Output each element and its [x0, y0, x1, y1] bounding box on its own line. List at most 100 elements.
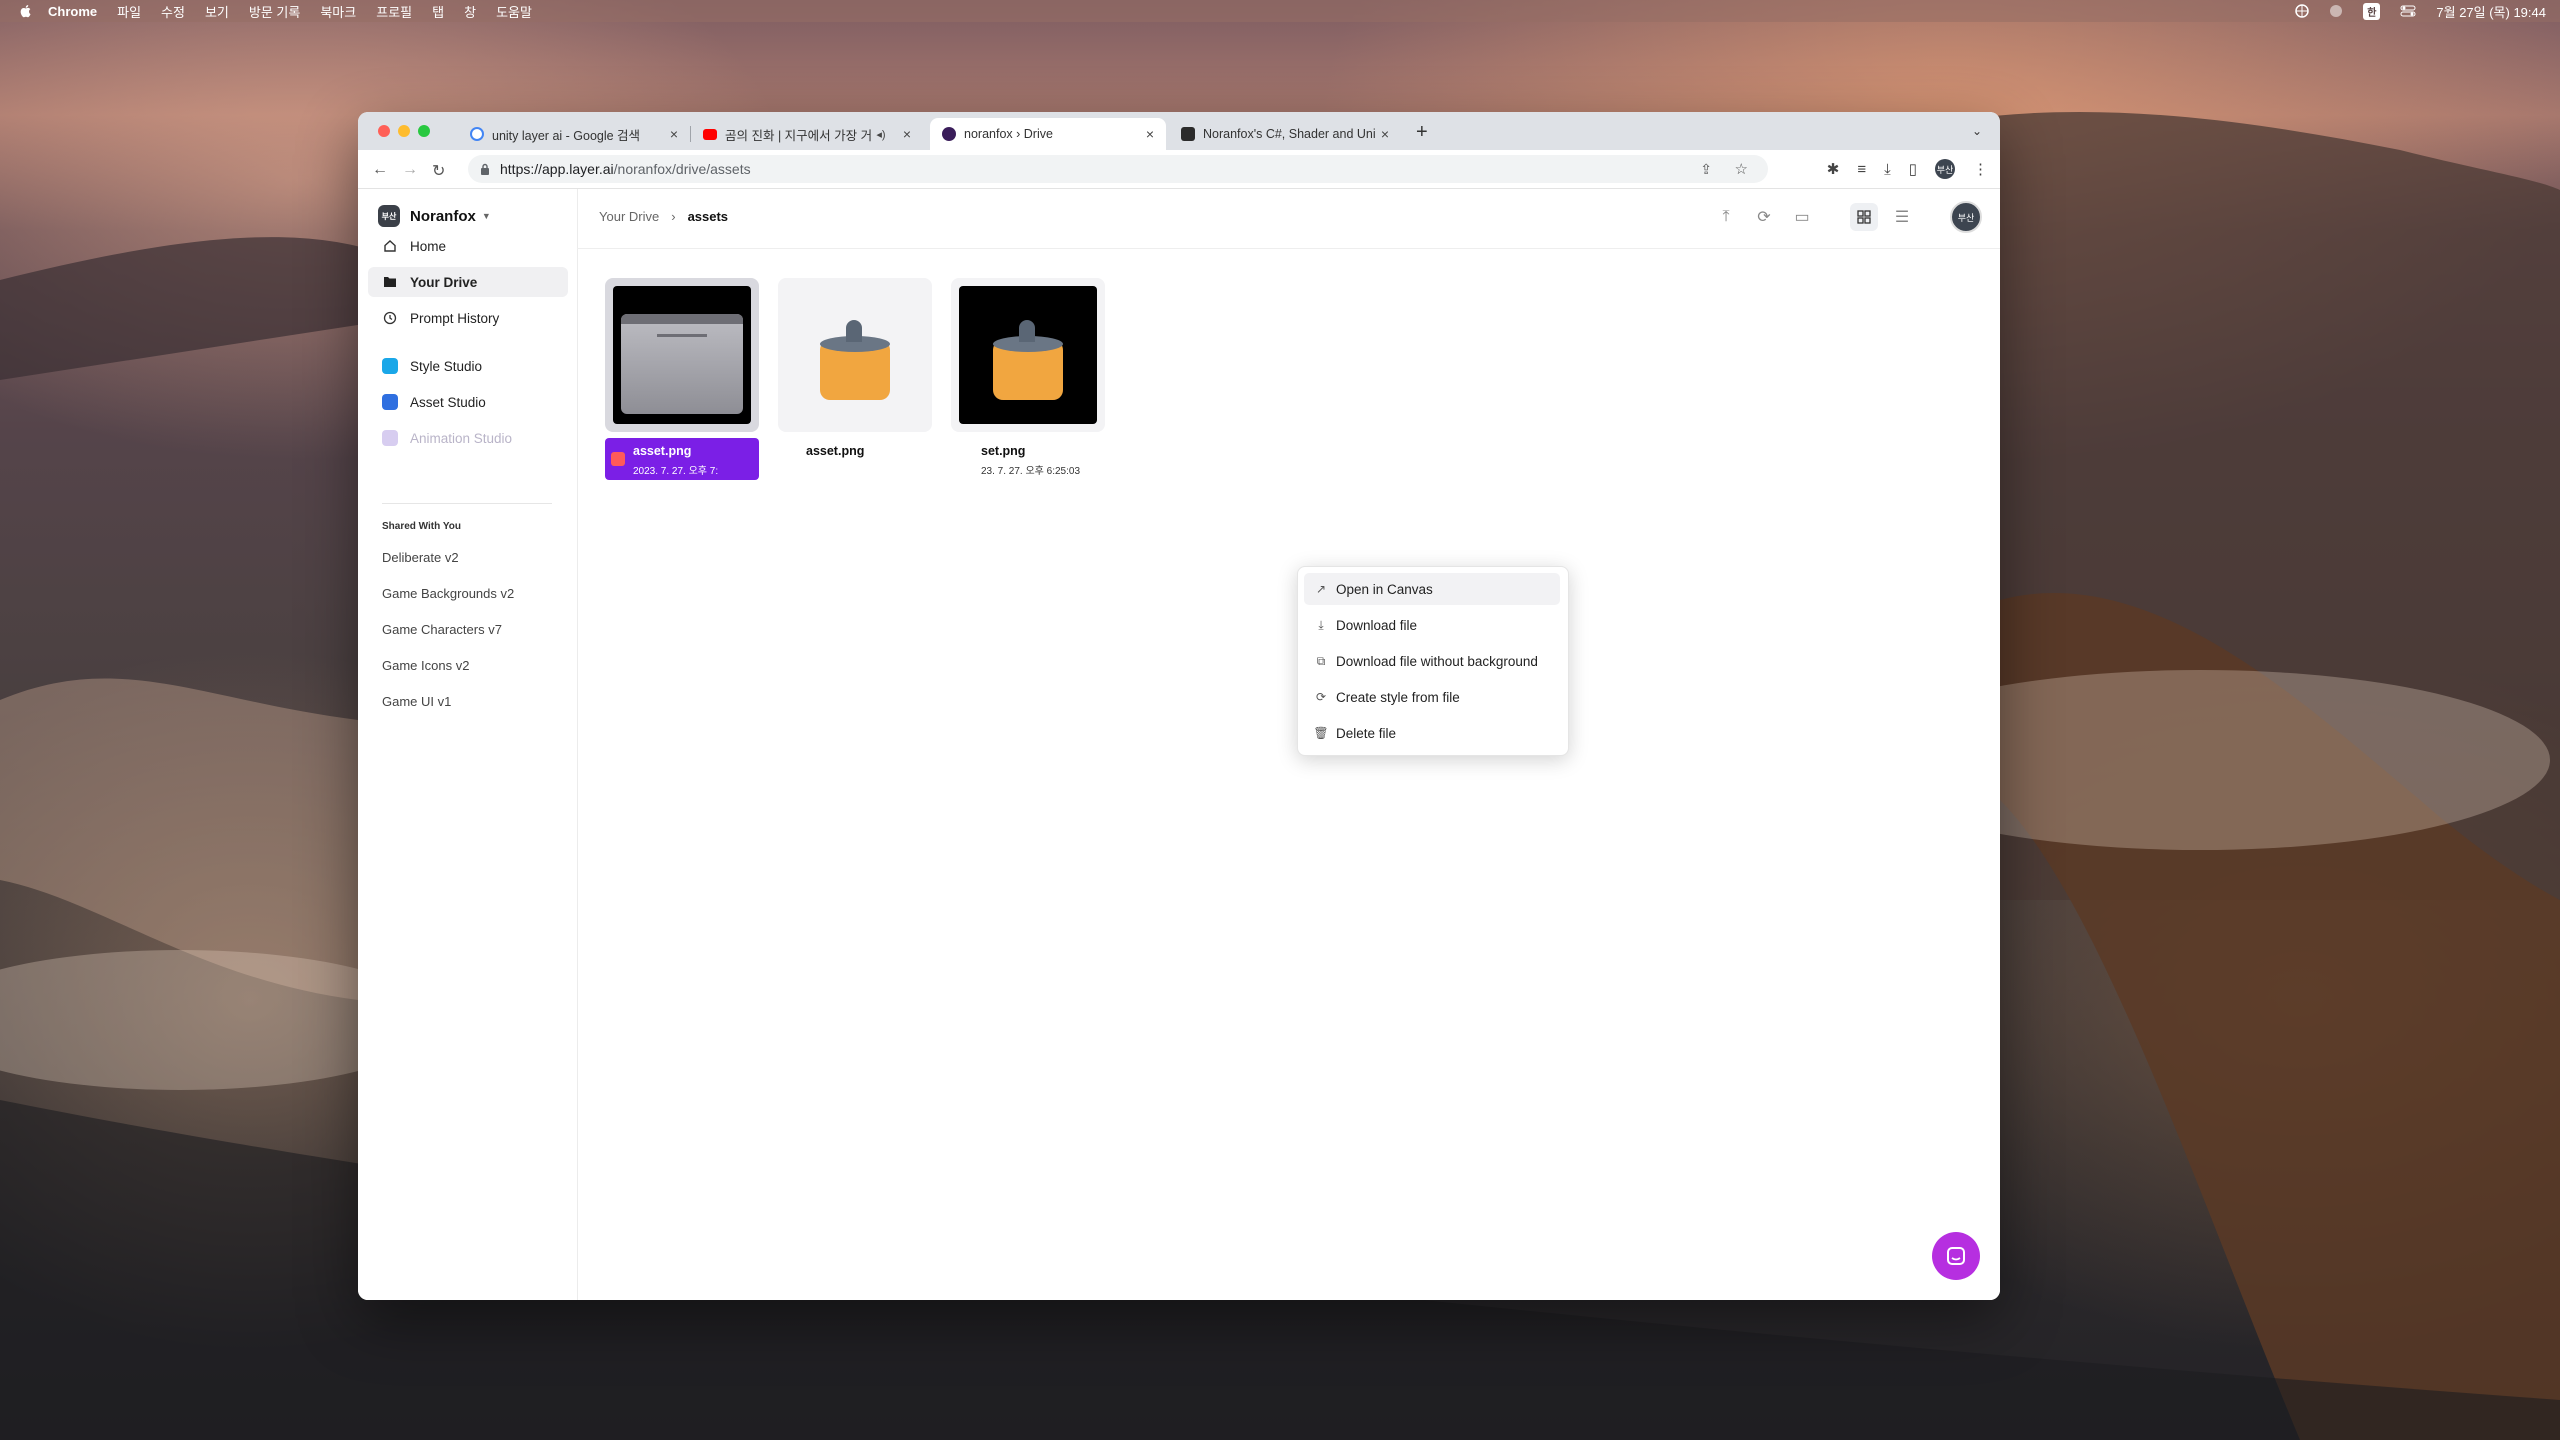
zoom-window-button[interactable] [418, 125, 430, 137]
menu-item-download-file[interactable]: ⤓ Download file [1304, 609, 1560, 641]
header-divider [577, 248, 2000, 249]
downloads-icon[interactable]: ⤓ [1884, 161, 1891, 178]
menu-bookmarks[interactable]: 북마크 [320, 2, 356, 21]
download-icon: ⤓ [1318, 617, 1324, 632]
file-card[interactable]: asset.png 2023. 7. 27. 오후 7: [605, 278, 759, 486]
file-thumbnail[interactable] [778, 278, 932, 432]
workspace-name: Noranfox [410, 207, 476, 225]
shared-item[interactable]: Game Backgrounds v2 [382, 586, 514, 601]
file-caption[interactable]: asset.png [778, 438, 932, 480]
profile-avatar[interactable]: 부산 [1935, 159, 1955, 179]
file-thumbnail[interactable] [951, 278, 1105, 432]
reading-list-icon[interactable]: ≡ [1857, 161, 1866, 178]
menu-item-create-style[interactable]: ⟳ Create style from file [1304, 681, 1560, 713]
close-tab-icon[interactable]: × [1375, 126, 1395, 142]
chat-support-button[interactable] [1932, 1232, 1980, 1280]
extensions-icon[interactable]: ✱ [1827, 160, 1840, 178]
menu-app-name[interactable]: Chrome [48, 4, 97, 19]
file-caption[interactable]: asset.png 2023. 7. 27. 오후 7: [605, 438, 759, 480]
minimize-window-button[interactable] [398, 125, 410, 137]
menu-item-open-in-canvas[interactable]: ↗ Open in Canvas [1304, 573, 1560, 605]
browser-tab[interactable]: Noranfox's C#, Shader and Unity × [1169, 118, 1401, 150]
menu-item-label: Open in Canvas [1336, 581, 1433, 597]
shared-heading: Shared With You [382, 521, 461, 532]
shared-item[interactable]: Game Characters v7 [382, 622, 502, 637]
url-path: /noranfox/drive/assets [613, 161, 751, 177]
url-text[interactable]: https://app.layer.ai/noranfox/drive/asse… [500, 161, 751, 177]
status-extension-icon[interactable] [2295, 4, 2309, 18]
file-date: 2023. 7. 27. 오후 7: [633, 466, 719, 477]
back-button[interactable]: ← [372, 161, 388, 179]
sidebar-item-style-studio[interactable]: Style Studio [368, 351, 568, 381]
list-view-icon[interactable]: ☰ [1888, 203, 1916, 231]
user-avatar[interactable]: 부산 [1950, 201, 1982, 233]
sidebar-item-home[interactable]: Home [368, 231, 568, 261]
google-icon [470, 127, 484, 141]
share-icon[interactable]: ⇪ [1700, 161, 1712, 178]
file-thumbnail[interactable] [605, 278, 759, 432]
sidebar-item-label: Home [410, 238, 447, 254]
menu-item-download-without-background[interactable]: ⧉ Download file without background [1304, 645, 1560, 677]
sidebar-item-asset-studio[interactable]: Asset Studio [368, 387, 568, 417]
address-bar[interactable]: https://app.layer.ai/noranfox/drive/asse… [468, 155, 1768, 183]
control-center-icon[interactable] [2400, 5, 2416, 17]
chrome-menu-icon[interactable]: ⋮ [1973, 160, 1988, 178]
upload-icon[interactable]: ⤒ [1712, 203, 1740, 231]
animation-studio-icon [382, 430, 398, 446]
new-folder-icon[interactable]: ▭ [1788, 203, 1816, 231]
browser-window: unity layer ai - Google 검색 × 곰의 진화 | 지구에… [358, 112, 2000, 1300]
menu-history[interactable]: 방문 기록 [249, 2, 300, 21]
tab-title: Noranfox's C#, Shader and Unity [1203, 127, 1375, 141]
close-window-button[interactable] [378, 125, 390, 137]
browser-tab-active[interactable]: noranfox › Drive × [930, 118, 1166, 150]
grid-view-icon[interactable] [1850, 203, 1878, 231]
menubar-clock[interactable]: 7월 27일 (목) 19:44 [2436, 2, 2546, 21]
menu-item-label: Delete file [1336, 725, 1397, 741]
file-caption[interactable]: set.png 23. 7. 27. 오후 6:25:03 [951, 438, 1105, 480]
new-tab-button[interactable]: + [1416, 122, 1428, 142]
apple-icon[interactable] [18, 3, 34, 19]
input-method-indicator[interactable]: 한 [2363, 2, 2381, 20]
sidebar-item-prompt-history[interactable]: Prompt History [368, 303, 568, 333]
menu-help[interactable]: 도움말 [496, 2, 532, 21]
blog-icon [1181, 127, 1195, 141]
breadcrumb-root[interactable]: Your Drive [599, 209, 659, 224]
file-card[interactable]: set.png 23. 7. 27. 오후 6:25:03 [951, 278, 1105, 486]
browser-tab[interactable]: 곰의 진화 | 지구에서 가장 거대한 ◂) × [691, 118, 923, 150]
reload-button[interactable]: ↻ [432, 161, 445, 181]
close-tab-icon[interactable]: × [664, 126, 684, 142]
shared-item[interactable]: Game Icons v2 [382, 658, 469, 673]
sidebar-divider [382, 503, 552, 504]
sidebar-item-label: Your Drive [410, 274, 478, 290]
shared-item[interactable]: Game UI v1 [382, 694, 451, 709]
shared-item[interactable]: Deliberate v2 [382, 550, 459, 565]
open-arrow-icon: ↗ [1315, 582, 1327, 596]
breadcrumb-current: assets [687, 209, 729, 224]
file-date: 23. 7. 27. 오후 6:25:03 [981, 466, 1081, 477]
new-style-icon[interactable]: ⟳ [1750, 203, 1778, 231]
sidebar-item-your-drive[interactable]: Your Drive [368, 267, 568, 297]
menu-file[interactable]: 파일 [117, 2, 141, 21]
browser-tab[interactable]: unity layer ai - Google 검색 × [458, 118, 691, 150]
menu-window[interactable]: 창 [464, 2, 476, 21]
menu-edit[interactable]: 수정 [161, 2, 185, 21]
url-host: https://app.layer.ai [500, 161, 614, 177]
menu-profiles[interactable]: 프로필 [376, 2, 412, 21]
status-dot-icon[interactable] [2329, 4, 2343, 18]
forward-button[interactable]: → [402, 161, 418, 179]
workspace-switcher[interactable]: 부산 Noranfox ▼ [378, 205, 491, 227]
close-tab-icon[interactable]: × [897, 126, 917, 142]
file-card[interactable]: asset.png [778, 278, 932, 486]
sidebar: 부산 Noranfox ▼ Home Your Drive Prompt His… [358, 189, 578, 1300]
speaker-muted-icon[interactable]: ◂) [871, 128, 891, 141]
lock-icon[interactable] [480, 163, 490, 175]
sidebar-item-animation-studio[interactable]: Animation Studio [368, 423, 568, 453]
side-panel-icon[interactable]: ▯ [1909, 160, 1917, 178]
bookmark-star-icon[interactable]: ☆ [1735, 160, 1748, 178]
menu-view[interactable]: 보기 [205, 2, 229, 21]
close-tab-icon[interactable]: × [1140, 126, 1160, 142]
tab-search-chevron-icon[interactable]: ⌄ [1972, 124, 1982, 138]
youtube-icon [703, 128, 717, 140]
menu-item-delete-file[interactable]: 🗑 Delete file [1304, 717, 1560, 749]
menu-tab[interactable]: 탭 [432, 2, 444, 21]
